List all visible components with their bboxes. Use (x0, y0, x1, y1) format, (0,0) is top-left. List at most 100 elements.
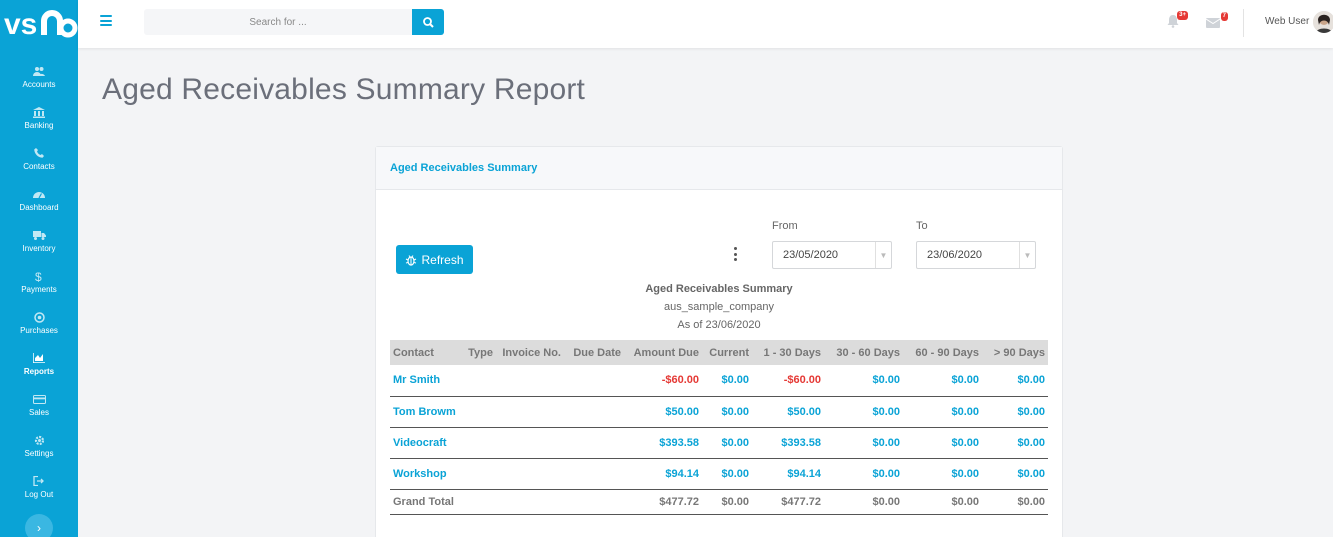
contact-link[interactable]: Tom Browm (390, 396, 462, 428)
to-date-field[interactable]: 23/06/2020 ▼ (916, 241, 1036, 269)
days-60-90-cell[interactable]: $0.00 (903, 427, 982, 459)
sidebar-item-sales[interactable]: Sales (0, 384, 78, 425)
days-1-30-cell[interactable]: $50.00 (752, 396, 824, 428)
page-title: Aged Receivables Summary Report (102, 73, 586, 106)
current-cell[interactable]: $0.00 (702, 427, 752, 459)
sidebar-nav: Accounts Banking Contacts Dashboard Inve… (0, 56, 78, 507)
notifications-button[interactable]: 3+ (1166, 11, 1188, 30)
amount-due-cell[interactable]: $94.14 (624, 458, 702, 490)
amount-due-cell[interactable]: $393.58 (624, 427, 702, 459)
sidebar-item-label: Accounts (22, 80, 56, 89)
sidebar-item-label: Banking (24, 121, 54, 130)
sidebar-item-banking[interactable]: Banking (0, 97, 78, 138)
total-days-90-plus: $0.00 (982, 489, 1048, 515)
type-cell (462, 365, 496, 397)
refresh-button[interactable]: Refresh (396, 245, 473, 274)
table-header-row: Contact Type Invoice No. Due Date Amount… (390, 340, 1048, 365)
search-bar (144, 9, 444, 35)
chevron-down-icon[interactable]: ▼ (1019, 242, 1035, 268)
envelope-icon (1205, 18, 1221, 28)
search-input[interactable] (144, 9, 412, 35)
amount-due-cell[interactable]: -$60.00 (624, 365, 702, 397)
days-90-plus-cell[interactable]: $0.00 (982, 396, 1048, 428)
days-1-30-cell[interactable]: $94.14 (752, 458, 824, 490)
sidebar-item-contacts[interactable]: Contacts (0, 138, 78, 179)
search-button[interactable] (412, 9, 444, 35)
current-cell[interactable]: $0.00 (702, 365, 752, 397)
sidebar-item-logout[interactable]: Log Out (0, 466, 78, 507)
vsn-logo-icon: vs (4, 9, 78, 39)
notifications-badge: 3+ (1177, 11, 1188, 20)
topbar-divider (1243, 9, 1244, 37)
invoice-cell (496, 489, 564, 515)
days-60-90-cell[interactable]: $0.00 (903, 396, 982, 428)
grand-total-label: Grand Total (390, 489, 462, 515)
days-30-60-cell[interactable]: $0.00 (824, 427, 903, 459)
type-cell (462, 489, 496, 515)
table-row[interactable]: Workshop $94.14 $0.00 $94.14 $0.00 $0.00… (390, 458, 1048, 490)
amount-due-cell[interactable]: $50.00 (624, 396, 702, 428)
current-cell[interactable]: $0.00 (702, 458, 752, 490)
sidebar-item-payments[interactable]: $ Payments (0, 261, 78, 302)
logout-icon (33, 474, 45, 488)
user-name[interactable]: Web User (1265, 16, 1309, 27)
messages-badge: 7 (1220, 12, 1228, 21)
column-header: 60 - 90 Days (903, 340, 982, 365)
days-90-plus-cell[interactable]: $0.00 (982, 365, 1048, 397)
menu-toggle-icon[interactable] (100, 15, 112, 27)
contact-link[interactable]: Videocraft (390, 427, 462, 459)
sidebar-item-inventory[interactable]: Inventory (0, 220, 78, 261)
contact-link[interactable]: Mr Smith (390, 365, 462, 397)
sidebar-expand-button[interactable]: › (25, 514, 53, 537)
users-icon (33, 64, 45, 78)
type-cell (462, 458, 496, 490)
total-days-60-90: $0.00 (903, 489, 982, 515)
sidebar-item-label: Inventory (22, 244, 56, 253)
bug-icon (406, 254, 417, 266)
messages-button[interactable]: 7 (1205, 12, 1228, 29)
total-days-1-30: $477.72 (752, 489, 824, 515)
sidebar-item-reports[interactable]: Reports (0, 343, 78, 384)
svg-text:$: $ (35, 270, 42, 282)
invoice-cell (496, 458, 564, 490)
column-header: Due Date (564, 340, 624, 365)
table-row[interactable]: Videocraft $393.58 $0.00 $393.58 $0.00 $… (390, 427, 1048, 459)
days-90-plus-cell[interactable]: $0.00 (982, 427, 1048, 459)
column-header: > 90 Days (982, 340, 1048, 365)
column-header: 1 - 30 Days (752, 340, 824, 365)
days-1-30-cell[interactable]: $393.58 (752, 427, 824, 459)
sidebar-item-label: Dashboard (19, 203, 59, 212)
table-row[interactable]: Tom Browm $50.00 $0.00 $50.00 $0.00 $0.0… (390, 396, 1048, 428)
days-90-plus-cell[interactable]: $0.00 (982, 458, 1048, 490)
total-amount-due: $477.72 (624, 489, 702, 515)
avatar[interactable] (1313, 11, 1333, 33)
table-row[interactable]: Mr Smith -$60.00 $0.00 -$60.00 $0.00 $0.… (390, 365, 1048, 397)
sidebar-item-dashboard[interactable]: Dashboard (0, 179, 78, 220)
chevron-down-icon[interactable]: ▼ (875, 242, 891, 268)
from-date-field[interactable]: 23/05/2020 ▼ (772, 241, 892, 269)
sidebar-item-settings[interactable]: Settings (0, 425, 78, 466)
days-60-90-cell[interactable]: $0.00 (903, 365, 982, 397)
brand-logo[interactable]: vs (0, 0, 78, 48)
days-30-60-cell[interactable]: $0.00 (824, 396, 903, 428)
days-30-60-cell[interactable]: $0.00 (824, 365, 903, 397)
sidebar-item-accounts[interactable]: Accounts (0, 56, 78, 97)
column-header: 30 - 60 Days (824, 340, 903, 365)
contact-link[interactable]: Workshop (390, 458, 462, 490)
sidebar-item-label: Settings (24, 449, 54, 458)
card-title: Aged Receivables Summary (390, 162, 538, 174)
more-options-icon[interactable] (734, 247, 738, 261)
due-date-cell (564, 489, 624, 515)
truck-icon (32, 228, 46, 242)
sidebar-item-label: Log Out (24, 490, 54, 499)
dashboard-icon (33, 187, 45, 201)
sidebar-item-purchases[interactable]: Purchases (0, 302, 78, 343)
days-30-60-cell[interactable]: $0.00 (824, 458, 903, 490)
total-current: $0.00 (702, 489, 752, 515)
days-1-30-cell[interactable]: -$60.00 (752, 365, 824, 397)
current-cell[interactable]: $0.00 (702, 396, 752, 428)
to-label: To (916, 220, 928, 232)
phone-icon (34, 146, 44, 160)
sidebar-item-label: Reports (23, 367, 55, 376)
days-60-90-cell[interactable]: $0.00 (903, 458, 982, 490)
